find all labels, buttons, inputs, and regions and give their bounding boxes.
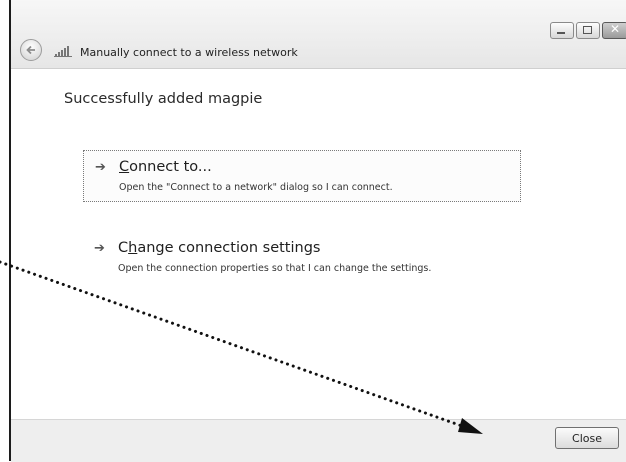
pointer-arrowhead-icon (458, 418, 483, 434)
callout-pointer (0, 260, 483, 434)
